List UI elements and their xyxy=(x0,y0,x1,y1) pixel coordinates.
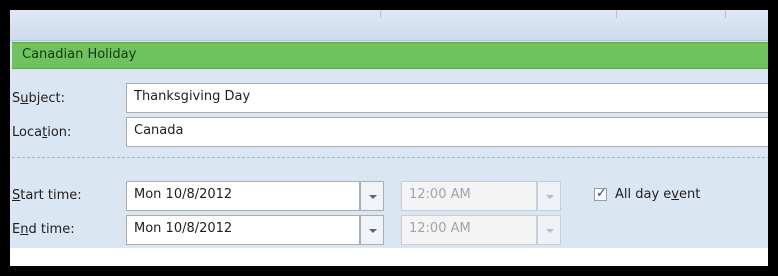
notes-area[interactable] xyxy=(10,248,768,266)
checkmark-icon: ✓ xyxy=(596,186,607,201)
location-label: Location: xyxy=(12,125,72,140)
dashed-divider xyxy=(12,157,768,158)
chevron-down-icon xyxy=(546,229,554,233)
start-date-dropdown[interactable] xyxy=(360,181,384,211)
start-date-value: Mon 10/8/2012 xyxy=(134,187,233,202)
all-day-event-label[interactable]: All day event xyxy=(615,187,700,202)
chevron-down-icon xyxy=(369,229,377,233)
end-time-value: 12:00 AM xyxy=(409,221,471,236)
all-day-event-checkbox[interactable]: ✓ xyxy=(594,186,607,201)
appointment-form: Canadian Holiday Subject: Thanksgiving D… xyxy=(10,41,768,266)
subject-value: Thanksgiving Day xyxy=(134,89,251,104)
ribbon-separator xyxy=(725,10,726,18)
start-time-dropdown xyxy=(537,181,561,211)
ribbon-bar xyxy=(10,10,768,41)
start-time-label: Start time: xyxy=(12,188,82,203)
start-date-field[interactable]: Mon 10/8/2012 xyxy=(126,181,360,211)
end-time-dropdown xyxy=(537,215,561,245)
subject-field[interactable]: Thanksgiving Day xyxy=(126,83,768,113)
end-date-dropdown[interactable] xyxy=(360,215,384,245)
ribbon-separator xyxy=(616,10,617,18)
start-time-field: 12:00 AM xyxy=(401,181,537,211)
location-field[interactable]: Canada xyxy=(126,117,768,147)
category-label: Canadian Holiday xyxy=(22,47,137,62)
category-banner[interactable]: Canadian Holiday xyxy=(12,42,768,69)
chevron-down-icon xyxy=(546,195,554,199)
start-time-value: 12:00 AM xyxy=(409,187,471,202)
chevron-down-icon xyxy=(369,195,377,199)
ribbon-separator xyxy=(380,10,381,18)
end-date-field[interactable]: Mon 10/8/2012 xyxy=(126,215,360,245)
subject-label: Subject: xyxy=(12,91,66,106)
appointment-window: Canadian Holiday Subject: Thanksgiving D… xyxy=(10,10,768,266)
end-date-value: Mon 10/8/2012 xyxy=(134,221,233,236)
end-time-label: End time: xyxy=(12,222,75,237)
location-value: Canada xyxy=(134,123,184,138)
end-time-field: 12:00 AM xyxy=(401,215,537,245)
